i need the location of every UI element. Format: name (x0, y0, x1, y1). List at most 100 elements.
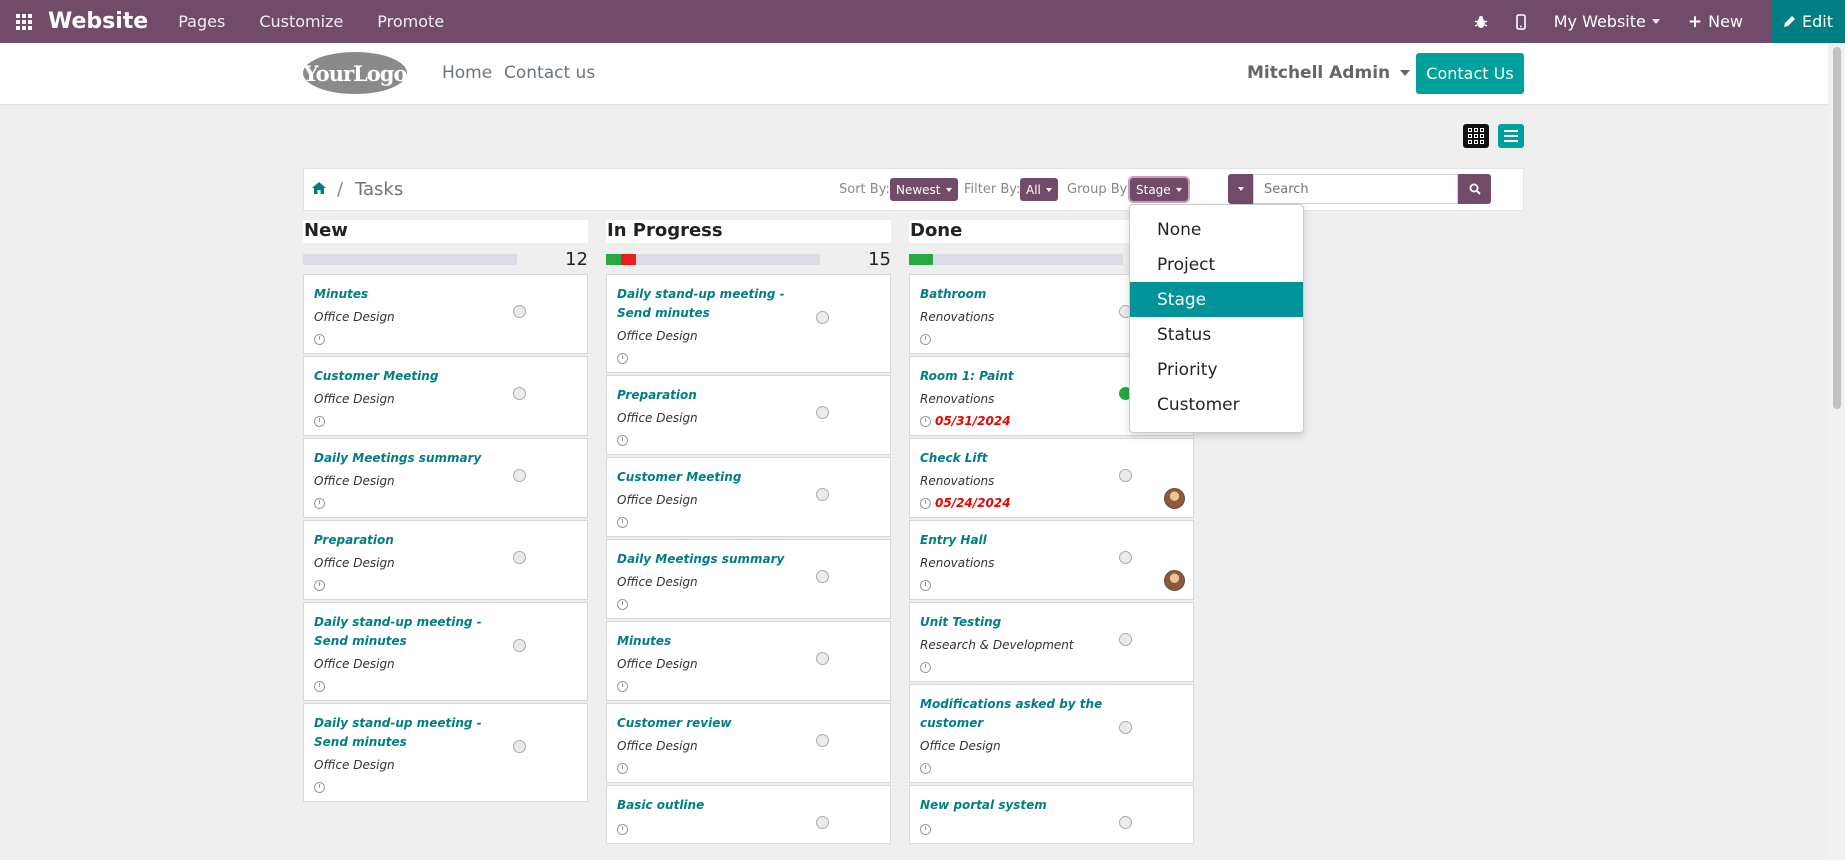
apps-menu-button[interactable] (0, 0, 48, 43)
edit-button[interactable]: Edit (1771, 0, 1845, 43)
status-indicator[interactable] (513, 387, 526, 400)
clock-icon[interactable] (617, 516, 628, 528)
clock-icon[interactable] (314, 497, 325, 509)
task-title[interactable]: Preparation (617, 386, 807, 405)
menu-customize[interactable]: Customize (259, 12, 343, 31)
task-title[interactable]: Minutes (617, 632, 807, 651)
search-options-button[interactable] (1228, 174, 1253, 204)
clock-icon[interactable] (920, 497, 931, 509)
clock-icon[interactable] (617, 598, 628, 610)
status-indicator[interactable] (1119, 469, 1132, 482)
page-scrollbar[interactable] (1829, 43, 1845, 860)
clock-icon[interactable] (920, 823, 931, 835)
group-by-option-none[interactable]: None (1130, 212, 1303, 247)
task-card[interactable]: Daily stand-up meeting - Send minutes Off… (606, 274, 891, 373)
debug-button[interactable] (1474, 15, 1488, 29)
task-card[interactable]: Customer Meeting Office Design (303, 356, 588, 436)
task-title[interactable]: Basic outline (617, 796, 807, 815)
task-title[interactable]: Modifications asked by the customer (920, 695, 1110, 733)
site-logo[interactable]: YourLogo (303, 52, 407, 94)
group-by-option-customer[interactable]: Customer (1130, 387, 1303, 422)
search-input[interactable] (1253, 174, 1458, 204)
task-card[interactable]: Entry Hall Renovations (909, 520, 1194, 600)
task-card[interactable]: Preparation Office Design (303, 520, 588, 600)
contact-us-button[interactable]: Contact Us (1416, 53, 1524, 94)
task-title[interactable]: Daily stand-up meeting - Send minutes (314, 613, 504, 651)
search-button[interactable] (1458, 174, 1491, 204)
task-title[interactable]: Daily stand-up meeting - Send minutes (314, 714, 504, 752)
new-content-button[interactable]: + New (1688, 12, 1743, 32)
task-card[interactable]: Daily Meetings summary Office Design (606, 539, 891, 619)
status-indicator[interactable] (816, 652, 829, 665)
admin-brand[interactable]: Website (48, 9, 148, 34)
task-card[interactable]: Daily stand-up meeting - Send minutes Off… (303, 703, 588, 802)
status-indicator[interactable] (1119, 551, 1132, 564)
task-card[interactable]: Preparation Office Design (606, 375, 891, 455)
status-indicator[interactable] (513, 551, 526, 564)
task-title[interactable]: Check Lift (920, 449, 1110, 468)
clock-icon[interactable] (920, 661, 931, 673)
group-by-option-priority[interactable]: Priority (1130, 352, 1303, 387)
task-card[interactable]: Basic outline (606, 785, 891, 844)
task-card[interactable]: Unit Testing Research & Development (909, 602, 1194, 682)
task-title[interactable]: Daily Meetings summary (314, 449, 504, 468)
group-dropdown[interactable]: Stage (1128, 176, 1190, 203)
kanban-view-button[interactable] (1463, 124, 1489, 148)
status-indicator[interactable] (513, 469, 526, 482)
clock-icon[interactable] (314, 781, 325, 793)
task-title[interactable]: Unit Testing (920, 613, 1110, 632)
status-indicator[interactable] (1119, 816, 1132, 829)
clock-icon[interactable] (920, 415, 931, 427)
status-indicator[interactable] (513, 740, 526, 753)
task-card[interactable]: New portal system (909, 785, 1194, 844)
group-by-option-status[interactable]: Status (1130, 317, 1303, 352)
home-icon[interactable] (311, 181, 327, 195)
nav-home[interactable]: Home (442, 63, 492, 83)
sort-dropdown[interactable]: Newest (890, 178, 958, 201)
clock-icon[interactable] (617, 434, 628, 446)
task-card[interactable]: Daily stand-up meeting - Send minutes Off… (303, 602, 588, 701)
task-title[interactable]: Preparation (314, 531, 504, 550)
clock-icon[interactable] (920, 579, 931, 591)
status-indicator[interactable] (816, 816, 829, 829)
task-card[interactable]: Minutes Office Design (606, 621, 891, 701)
website-switcher[interactable]: My Website (1554, 12, 1660, 31)
clock-icon[interactable] (617, 352, 628, 364)
status-indicator[interactable] (1119, 721, 1132, 734)
mobile-preview-button[interactable] (1515, 13, 1526, 30)
clock-icon[interactable] (617, 823, 628, 835)
menu-pages[interactable]: Pages (178, 12, 225, 31)
clock-icon[interactable] (920, 333, 931, 345)
task-title[interactable]: Customer Meeting (314, 367, 504, 386)
task-title[interactable]: Entry Hall (920, 531, 1110, 550)
status-indicator[interactable] (513, 305, 526, 318)
status-indicator[interactable] (816, 406, 829, 419)
filter-dropdown[interactable]: All (1020, 178, 1058, 201)
clock-icon[interactable] (314, 680, 325, 692)
list-view-button[interactable] (1498, 124, 1524, 148)
task-title[interactable]: Minutes (314, 285, 504, 304)
task-card[interactable]: Customer review Office Design (606, 703, 891, 783)
status-indicator[interactable] (816, 488, 829, 501)
task-title[interactable]: New portal system (920, 796, 1110, 815)
task-title[interactable]: Customer Meeting (617, 468, 807, 487)
clock-icon[interactable] (920, 762, 931, 774)
status-indicator[interactable] (513, 639, 526, 652)
status-indicator[interactable] (1119, 633, 1132, 646)
task-card[interactable]: Modifications asked by the customer Offic… (909, 684, 1194, 783)
menu-promote[interactable]: Promote (377, 12, 444, 31)
task-title[interactable]: Daily stand-up meeting - Send minutes (617, 285, 807, 323)
group-by-option-stage[interactable]: Stage (1130, 282, 1303, 317)
group-by-option-project[interactable]: Project (1130, 247, 1303, 282)
status-indicator[interactable] (816, 734, 829, 747)
task-card[interactable]: Daily Meetings summary Office Design (303, 438, 588, 518)
clock-icon[interactable] (314, 333, 325, 345)
nav-contact-us[interactable]: Contact us (504, 63, 595, 83)
clock-icon[interactable] (314, 579, 325, 591)
status-indicator[interactable] (816, 311, 829, 324)
task-card[interactable]: Check Lift Renovations 05/24/2024 (909, 438, 1194, 518)
user-menu[interactable]: Mitchell Admin (1247, 63, 1411, 83)
task-title[interactable]: Customer review (617, 714, 807, 733)
task-title[interactable]: Room 1: Paint (920, 367, 1110, 386)
scrollbar-thumb[interactable] (1833, 47, 1841, 409)
